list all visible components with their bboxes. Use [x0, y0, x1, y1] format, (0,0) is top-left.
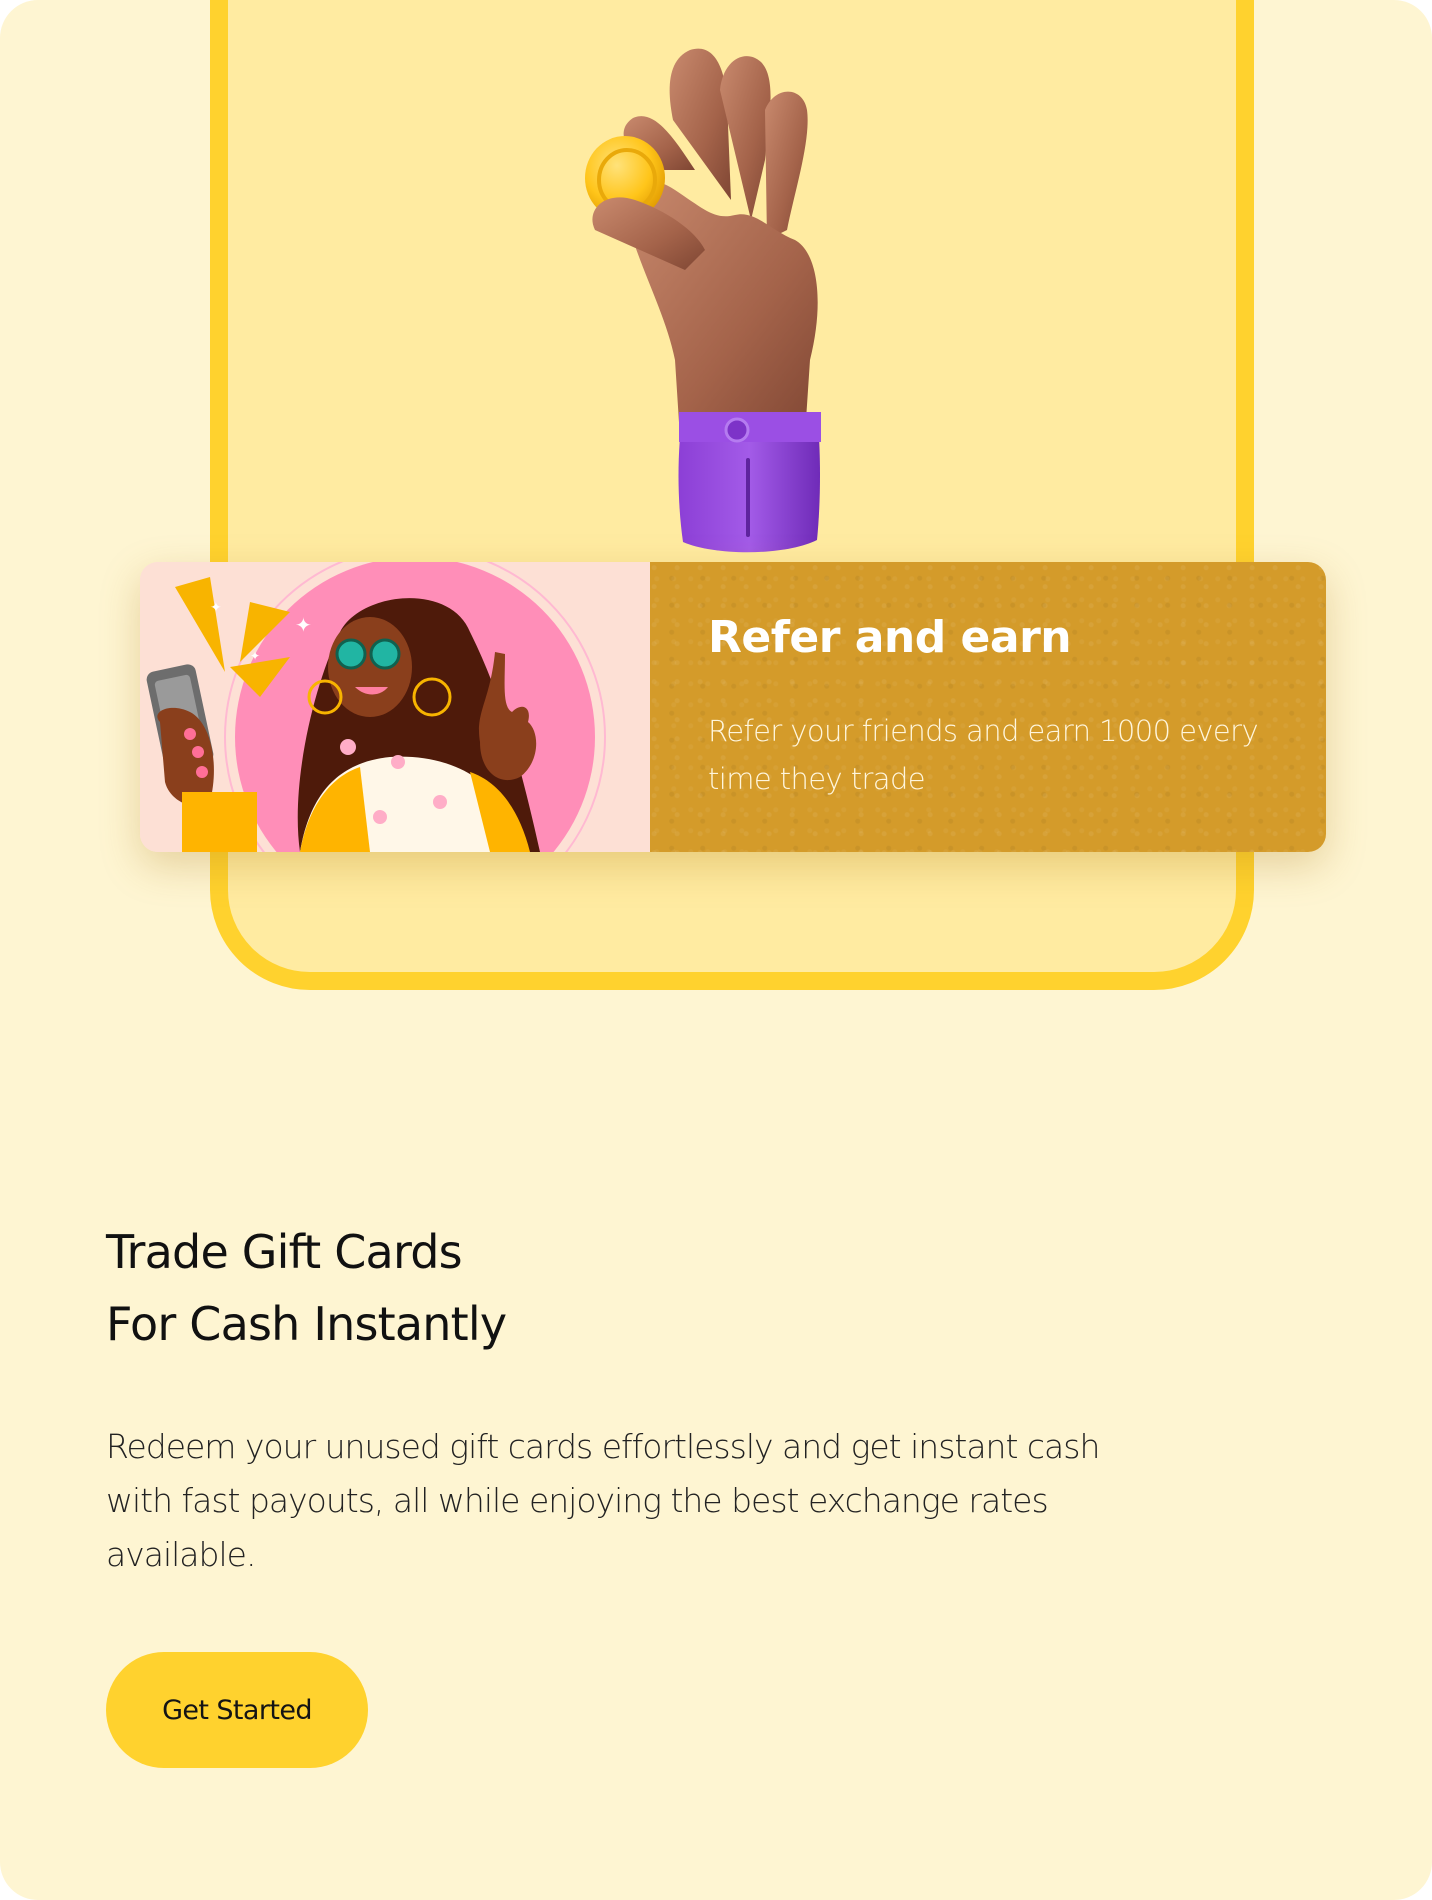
svg-text:✦: ✦ — [250, 649, 260, 663]
hand-coin-image — [555, 30, 855, 570]
hero-title-line2: For Cash Instantly — [106, 1297, 507, 1351]
refer-description: Refer your friends and earn 1000 every t… — [708, 714, 1259, 796]
refer-illustration-image: ✦ ✦ ✦ — [140, 562, 650, 852]
hero-title-line1: Trade Gift Cards — [106, 1225, 463, 1279]
get-started-button[interactable]: Get Started — [106, 1652, 368, 1768]
svg-text:✦: ✦ — [210, 600, 222, 616]
hero-description: Redeem your unused gift cards effortless… — [106, 1427, 1100, 1574]
refer-title: Refer and earn — [708, 612, 1072, 663]
refer-text-panel: Refer and earn Refer your friends and ea… — [650, 562, 1326, 852]
hero-title: Trade Gift Cards For Cash Instantly — [106, 1216, 507, 1360]
page-card: ✦ ✦ ✦ Refer and earn Refer your friends … — [0, 0, 1432, 1900]
svg-text:✦: ✦ — [295, 613, 312, 637]
refer-earn-card[interactable]: ✦ ✦ ✦ Refer and earn Refer your friends … — [140, 562, 1326, 852]
